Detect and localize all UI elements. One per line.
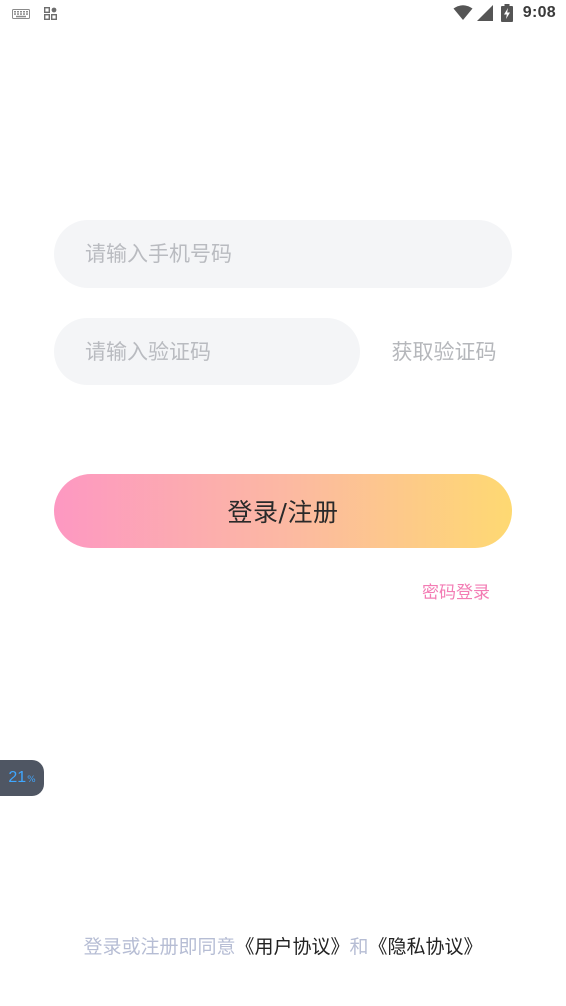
verification-code-input[interactable] [85,339,360,364]
agreement-prefix: 登录或注册即同意 [83,936,236,958]
status-bar-right: 9:08 [453,4,556,22]
password-login-link[interactable]: 密码登录 [422,578,490,603]
status-time: 9:08 [522,4,556,21]
get-code-button[interactable]: 获取验证码 [386,334,502,370]
badge-unit: % [27,775,36,785]
login-register-label: 登录/注册 [227,498,339,527]
code-field[interactable] [54,318,360,385]
battery-charging-icon [500,4,513,22]
login-register-button[interactable]: 登录/注册 [54,474,512,548]
user-agreement-link[interactable]: 《用户协议》 [235,936,349,958]
privacy-policy-link[interactable]: 《隐私协议》 [369,936,483,958]
phone-input[interactable] [85,242,512,266]
phone-field[interactable] [54,220,512,288]
agreement-conjunction: 和 [349,936,369,958]
signal-icon [476,5,493,21]
keyboard-icon [12,8,30,19]
status-bar-left [12,7,57,20]
agreement-text: 登录或注册即同意《用户协议》和《隐私协议》 [0,932,566,959]
badge-value: 21 [8,769,27,786]
floating-percent-badge[interactable]: 21% [0,760,44,796]
status-bar: 9:08 [0,0,566,30]
grid-icon [44,7,57,20]
wifi-icon [453,5,473,20]
